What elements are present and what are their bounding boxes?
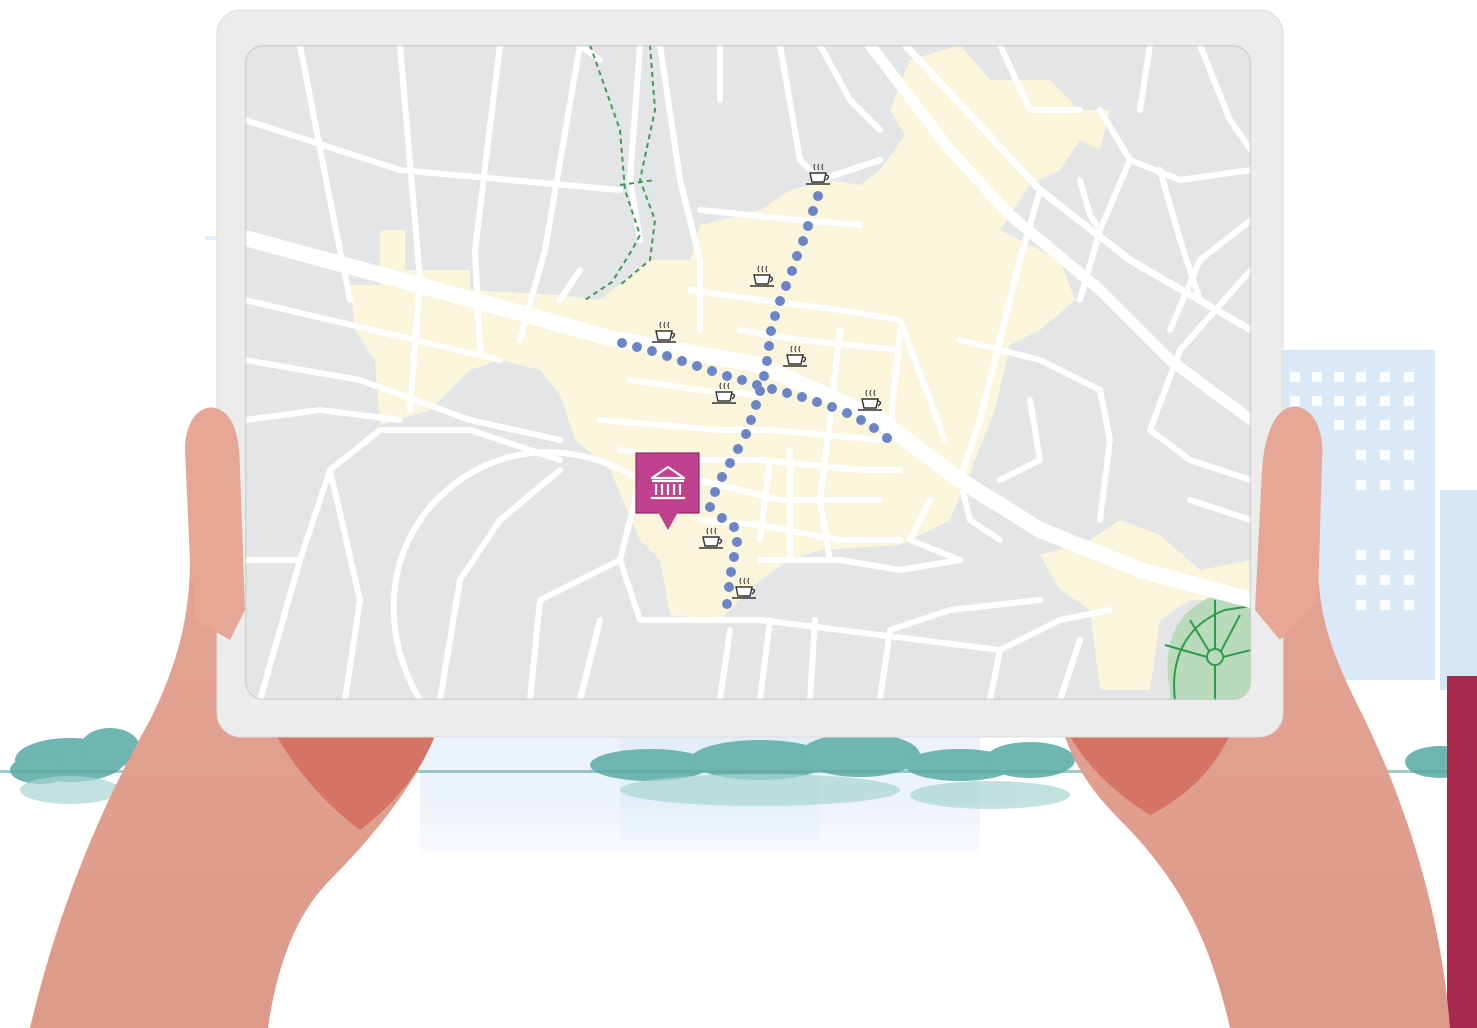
map-view[interactable] bbox=[245, 45, 1251, 700]
left-thumb bbox=[186, 407, 245, 640]
side-panel bbox=[1447, 676, 1477, 1028]
tablet-map-illustration bbox=[0, 0, 1477, 1028]
